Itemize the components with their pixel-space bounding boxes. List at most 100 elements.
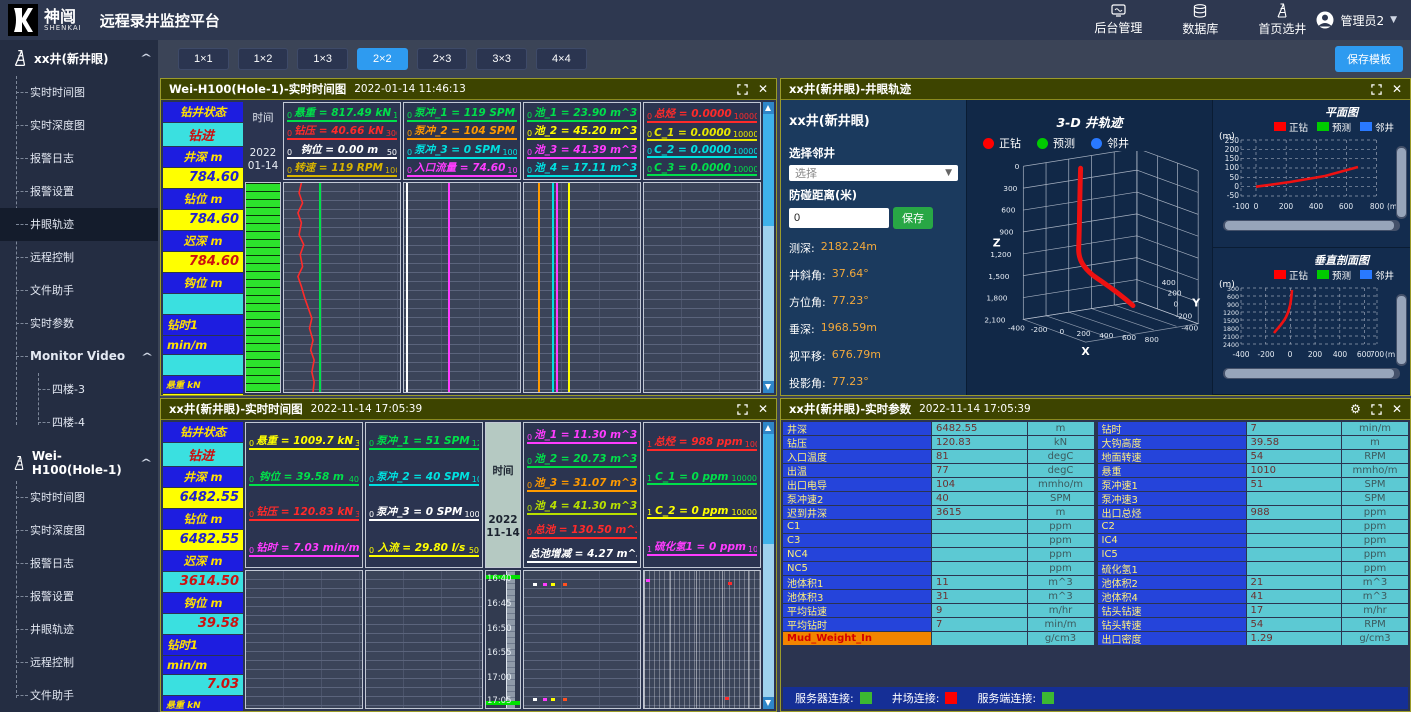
wellsite-connection-status: 井场连接: xyxy=(892,690,958,706)
layout-2x2-button[interactable]: 2×2 xyxy=(357,48,408,70)
settings-gear-icon[interactable]: ⚙ xyxy=(1350,403,1361,415)
layout-1x2-button[interactable]: 1×2 xyxy=(238,48,289,70)
layout-2x3-button[interactable]: 2×3 xyxy=(417,48,468,70)
panel-wei-realtime-chart: Wei-H100(Hole-1)-实时时间图 2022-01-14 11:46:… xyxy=(160,78,777,396)
user-menu[interactable]: 管理员2 ▼ xyxy=(1316,11,1397,29)
menu-home-well-select[interactable]: 首页选井 xyxy=(1258,3,1306,37)
layout-1x3-button[interactable]: 1×3 xyxy=(297,48,348,70)
scroll-up-icon[interactable] xyxy=(763,102,774,114)
vertical-scrollbar[interactable] xyxy=(1396,146,1407,219)
scroll-down-icon[interactable] xyxy=(763,381,774,393)
params-table: 井深6482.55m钻时7min/m 钻压120.83kN大钩高度39.58m … xyxy=(783,422,1408,645)
curve-label: 0泵冲_1 = 51 SPM120 xyxy=(369,433,479,450)
svg-text:600: 600 xyxy=(1122,333,1136,342)
avatar-icon xyxy=(1316,11,1334,29)
sidebar-item-alarm-settings[interactable]: 报警设置 xyxy=(30,580,158,613)
curve-label: 0泵冲_3 = 0 SPM100 xyxy=(369,504,479,521)
bit-position-value: 784.60 xyxy=(163,210,243,230)
sidebar-item-file-helper[interactable]: 文件助手 xyxy=(30,679,158,712)
svg-text:800: 800 xyxy=(1145,335,1159,344)
save-button[interactable]: 保存 xyxy=(893,207,933,229)
panel-title-bar: xx井(新井眼)-实时参数 2022-11-14 17:05:39 ⚙ ✕ xyxy=(781,399,1410,420)
time-ruler-scale xyxy=(506,571,515,708)
layout-1x1-button[interactable]: 1×1 xyxy=(178,48,229,70)
chevron-up-icon[interactable]: ^ xyxy=(140,53,153,64)
stat-value: 37.64° xyxy=(832,267,869,283)
sidebar-item-camera-4f-4[interactable]: 四楼-4 xyxy=(52,406,158,439)
layout-4x4-button[interactable]: 4×4 xyxy=(536,48,587,70)
close-icon[interactable]: ✕ xyxy=(758,83,768,95)
save-template-button[interactable]: 保存模板 xyxy=(1335,46,1403,72)
horizontal-scrollbar[interactable] xyxy=(1223,220,1400,231)
scrollbar-thumb[interactable] xyxy=(1397,296,1406,365)
stat-md: 测深:2182.24m xyxy=(789,240,958,256)
curve-label: 0钩位 = 0.00 m50 xyxy=(287,142,397,159)
menu-backend-admin[interactable]: 后台管理 xyxy=(1094,4,1142,36)
chevron-up-icon[interactable]: ^ xyxy=(140,458,153,469)
scrollbar-thumb[interactable] xyxy=(1397,148,1406,217)
menu-database[interactable]: 数据库 xyxy=(1182,4,1218,37)
select-value: 选择 xyxy=(795,165,817,181)
scrollbar-thumb[interactable] xyxy=(1225,369,1394,378)
sidebar-item-alarm-log[interactable]: 报警日志 xyxy=(30,142,158,175)
horizontal-scrollbar[interactable] xyxy=(1223,368,1400,379)
vertical-scrollbar[interactable] xyxy=(763,102,774,393)
sidebar-item-well-trajectory[interactable]: 井眼轨迹 xyxy=(0,208,158,241)
sidebar-item-realtime-depth-chart[interactable]: 实时深度图 xyxy=(30,514,158,547)
expand-icon[interactable] xyxy=(737,84,748,95)
sidebar-item-remote-control[interactable]: 远程控制 xyxy=(30,646,158,679)
derrick-icon xyxy=(1275,3,1289,18)
well-name: xx井(新井眼) xyxy=(34,50,108,67)
track-plot xyxy=(283,182,401,393)
chevron-up-icon[interactable]: ^ xyxy=(141,341,154,374)
scroll-down-icon[interactable] xyxy=(763,697,774,709)
expand-icon[interactable] xyxy=(737,404,748,415)
server-connection-status: 服务器连接: xyxy=(795,690,872,706)
table-row: C1ppmC2ppm xyxy=(783,520,1408,533)
table-row: 钻压120.83kN大钩高度39.58m xyxy=(783,436,1408,449)
scrollbar-thumb[interactable] xyxy=(763,114,774,226)
offset-well-select[interactable]: 选择 ▼ xyxy=(789,165,958,181)
param-label: 井深 m xyxy=(163,467,243,487)
svg-text:400: 400 xyxy=(1099,331,1113,340)
sidebar-item-monitor-video[interactable]: Monitor Video ^ xyxy=(30,340,158,373)
close-icon[interactable]: ✕ xyxy=(1392,83,1402,95)
sidebar-item-camera-4f-3[interactable]: 四楼-3 xyxy=(52,373,158,406)
scrollbar-thumb[interactable] xyxy=(763,434,774,544)
param-label: 钻位 m xyxy=(163,509,243,529)
svg-text:150: 150 xyxy=(1225,154,1240,163)
app-title: 远程录井监控平台 xyxy=(100,10,220,31)
layout-3x3-button[interactable]: 3×3 xyxy=(476,48,527,70)
sidebar-well-xx[interactable]: xx井(新井眼) ^ xyxy=(0,40,158,76)
axis-unit: (m) xyxy=(1219,280,1235,290)
sidebar-item-remote-control[interactable]: 远程控制 xyxy=(30,241,158,274)
sidebar-well-wei-h100[interactable]: Wei-H100(Hole-1) ^ xyxy=(0,445,158,481)
scrollbar-thumb[interactable] xyxy=(1225,221,1394,230)
curve-label: 0钻压 = 120.83 kN300 xyxy=(249,504,359,521)
legend-item: 正钻 xyxy=(983,135,1021,151)
anticollision-distance-input[interactable] xyxy=(789,208,889,228)
sidebar-item-realtime-time-chart[interactable]: 实时时间图 xyxy=(30,76,158,109)
vertical-scrollbar[interactable] xyxy=(1396,294,1407,367)
sidebar-item-well-trajectory[interactable]: 井眼轨迹 xyxy=(30,613,158,646)
expand-icon[interactable] xyxy=(1371,84,1382,95)
data-point xyxy=(728,582,732,585)
sidebar-item-file-helper[interactable]: 文件助手 xyxy=(30,274,158,307)
sidebar-item-realtime-params[interactable]: 实时参数 xyxy=(30,307,158,340)
anticollision-distance-label: 防碰距离(米) xyxy=(789,187,958,203)
sidebar-item-alarm-settings[interactable]: 报警设置 xyxy=(30,175,158,208)
expand-icon[interactable] xyxy=(1371,404,1382,415)
sidebar-item-realtime-depth-chart[interactable]: 实时深度图 xyxy=(30,109,158,142)
table-row: NC4ppmIC5ppm xyxy=(783,548,1408,561)
hook-load-value: 817.5 xyxy=(163,394,243,395)
close-icon[interactable]: ✕ xyxy=(758,403,768,415)
sidebar-item-alarm-log[interactable]: 报警日志 xyxy=(30,547,158,580)
panel-title-bar: xx井(新井眼)-井眼轨迹 ✕ xyxy=(781,79,1410,100)
curve-label: 0钻压 = 40.66 kN300 xyxy=(287,123,397,140)
close-icon[interactable]: ✕ xyxy=(1392,403,1402,415)
sidebar-item-realtime-time-chart[interactable]: 实时时间图 xyxy=(30,481,158,514)
data-point xyxy=(551,583,555,586)
vertical-scrollbar[interactable] xyxy=(763,422,774,709)
scroll-up-icon[interactable] xyxy=(763,422,774,434)
track-plot xyxy=(643,182,761,393)
